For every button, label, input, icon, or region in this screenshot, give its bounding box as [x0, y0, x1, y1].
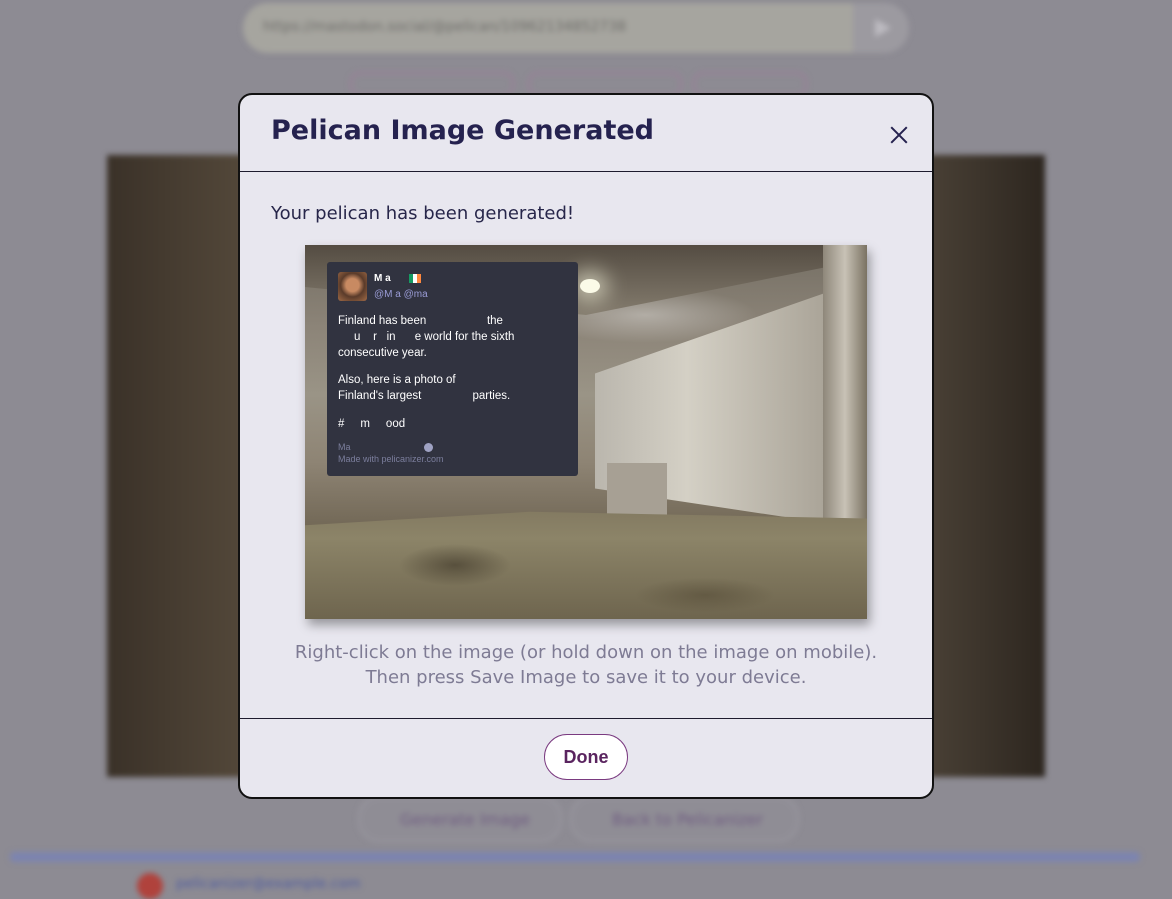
success-message: Your pelican has been generated!	[271, 203, 575, 224]
tweet-paragraph-1: Finland has been the u r in e world for …	[338, 315, 515, 359]
image-lamp	[580, 279, 600, 293]
tweet-meta: Ma	[338, 442, 351, 452]
dialog-title: Pelican Image Generated	[271, 115, 654, 146]
divider	[10, 852, 1140, 862]
back-to-pelicanizer-button[interactable]: Back to Pelicanizer	[570, 796, 799, 842]
close-icon[interactable]	[884, 121, 914, 151]
tweet-paragraph-3: # m ood	[338, 418, 406, 430]
back-to-pelicanizer-label: Back to Pelicanizer	[612, 810, 763, 829]
tweet-body: Finland has been the u r in e world for …	[338, 313, 570, 430]
footer-link[interactable]: pelicanizer@example.com	[176, 876, 361, 892]
generate-image-label: Generate Image	[400, 810, 530, 829]
tweet-paragraph-2: Also, here is a photo of Finland's large…	[338, 374, 511, 402]
done-button[interactable]: Done	[544, 734, 628, 780]
tweet-author-name: M a	[374, 273, 391, 284]
generate-image-button[interactable]: Generate Image	[358, 796, 562, 842]
save-instructions: Right-click on the image (or hold down o…	[240, 640, 932, 690]
tweet-credit: Made with pelicanizer.com	[338, 454, 444, 464]
image-generated-dialog: Pelican Image Generated Your pelican has…	[238, 93, 934, 799]
avatar	[338, 272, 367, 301]
generated-pelican-image[interactable]: M a @M a @ma Finland has been the u r in…	[305, 245, 867, 619]
save-instructions-line-2: Then press Save Image to save it to your…	[365, 667, 807, 688]
footer-icon	[137, 873, 163, 899]
tweet-card: M a @M a @ma Finland has been the u r in…	[327, 262, 578, 476]
url-input[interactable]: https://mastodon.social/@pelican/1096213…	[243, 3, 853, 53]
globe-icon	[424, 443, 433, 452]
tweet-author-handle: @M a @ma	[374, 289, 428, 300]
url-input-text: https://mastodon.social/@pelican/1096213…	[263, 19, 627, 35]
go-button[interactable]	[853, 3, 909, 53]
save-instructions-line-1: Right-click on the image (or hold down o…	[294, 642, 878, 663]
dialog-footer: Done	[240, 718, 932, 797]
ireland-flag-icon	[409, 274, 421, 283]
dialog-header: Pelican Image Generated	[240, 95, 932, 172]
